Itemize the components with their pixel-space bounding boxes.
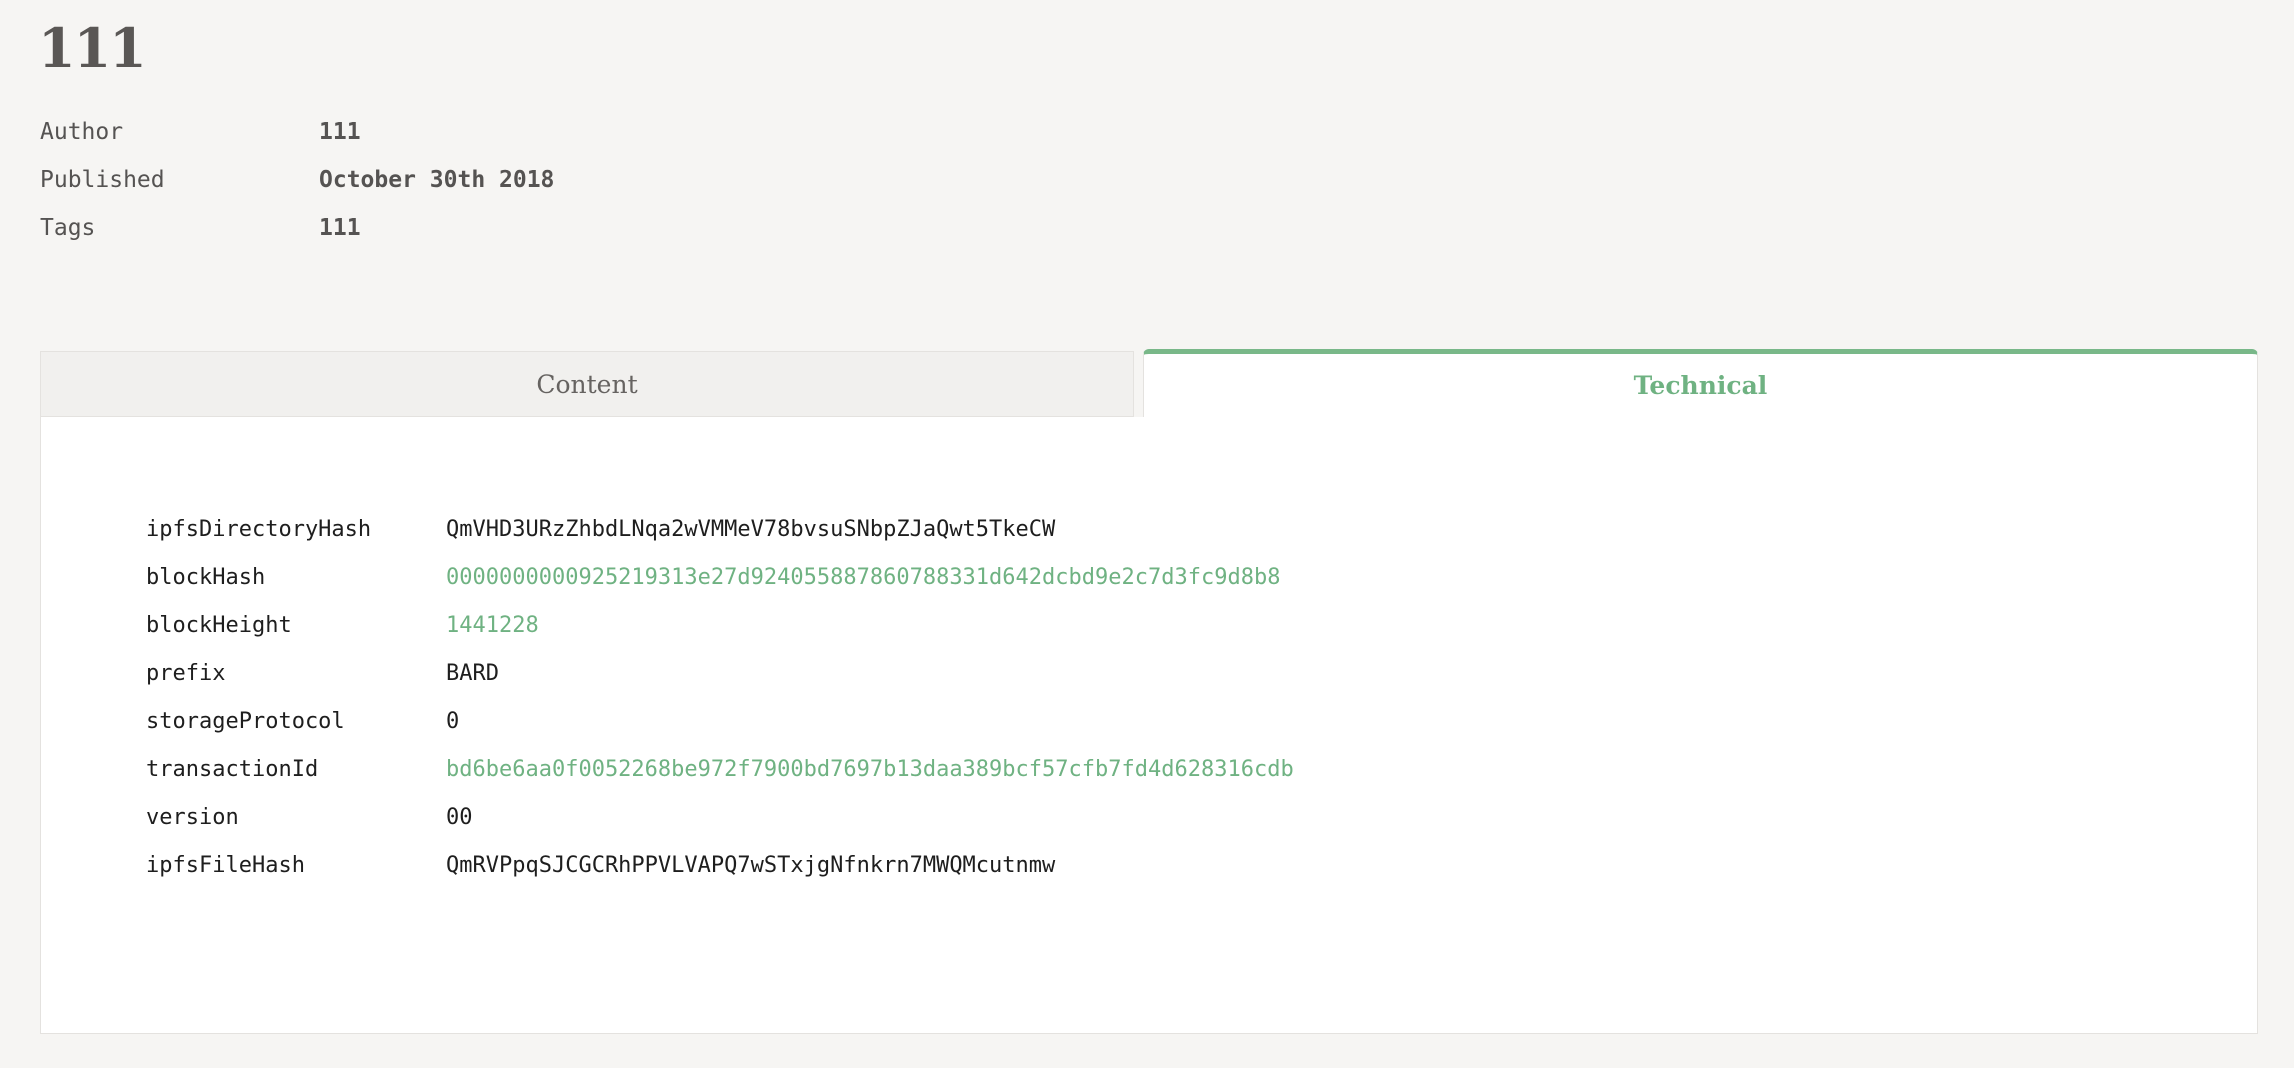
- tab-content[interactable]: Content: [40, 351, 1134, 417]
- technical-row-prefix: prefix BARD: [146, 649, 1294, 697]
- metadata-row-author: Author 111: [40, 108, 554, 156]
- technical-row-ipfs-directory-hash: ipfsDirectoryHash QmVHD3URzZhbdLNqa2wVMM…: [146, 505, 1294, 553]
- metadata-list: Author 111 Published October 30th 2018 T…: [40, 108, 554, 252]
- ipfs-file-hash-value: QmRVPpqSJCGCRhPPVLVAPQ7wSTxjgNfnkrn7MWQM…: [446, 852, 1056, 878]
- technical-key: blockHash: [146, 564, 266, 590]
- technical-key: prefix: [146, 660, 226, 686]
- ipfs-directory-hash-value: QmVHD3URzZhbdLNqa2wVMMeV78bvsuSNbpZJaQwt…: [446, 516, 1056, 542]
- tabs-panel: ipfsDirectoryHash QmVHD3URzZhbdLNqa2wVMM…: [40, 349, 2258, 1035]
- published-value: October 30th 2018: [319, 167, 555, 193]
- tab-technical[interactable]: Technical: [1143, 349, 2258, 417]
- storage-protocol-value: 0: [446, 708, 460, 734]
- author-label: Author: [40, 119, 124, 145]
- transaction-id-link[interactable]: bd6be6aa0f0052268be972f7900bd7697b13daa3…: [446, 757, 1294, 782]
- block-hash-link[interactable]: 0000000000925219313e27d92405588786078833…: [446, 565, 1280, 590]
- tags-value: 111: [319, 215, 361, 241]
- technical-key: storageProtocol: [146, 708, 345, 734]
- technical-table: ipfsDirectoryHash QmVHD3URzZhbdLNqa2wVMM…: [146, 505, 1294, 889]
- technical-key: ipfsDirectoryHash: [146, 516, 372, 542]
- version-value: 00: [446, 804, 473, 830]
- technical-row-storage-protocol: storageProtocol 0: [146, 697, 1294, 745]
- tags-label: Tags: [40, 215, 96, 241]
- page-title: 111: [38, 16, 147, 80]
- metadata-row-tags: Tags 111: [40, 204, 554, 252]
- technical-key: transactionId: [146, 756, 319, 782]
- metadata-row-published: Published October 30th 2018: [40, 156, 554, 204]
- published-label: Published: [40, 167, 165, 193]
- technical-row-block-hash: blockHash 0000000000925219313e27d9240558…: [146, 553, 1294, 601]
- author-value: 111: [319, 119, 361, 145]
- prefix-value: BARD: [446, 660, 499, 686]
- technical-key: ipfsFileHash: [146, 852, 305, 878]
- technical-key: blockHeight: [146, 612, 292, 638]
- technical-row-ipfs-file-hash: ipfsFileHash QmRVPpqSJCGCRhPPVLVAPQ7wSTx…: [146, 841, 1294, 889]
- technical-row-block-height: blockHeight 1441228: [146, 601, 1294, 649]
- technical-key: version: [146, 804, 239, 830]
- technical-panel: ipfsDirectoryHash QmVHD3URzZhbdLNqa2wVMM…: [40, 417, 2258, 1034]
- technical-row-version: version 00: [146, 793, 1294, 841]
- technical-row-transaction-id: transactionId bd6be6aa0f0052268be972f790…: [146, 745, 1294, 793]
- block-height-link[interactable]: 1441228: [446, 613, 539, 638]
